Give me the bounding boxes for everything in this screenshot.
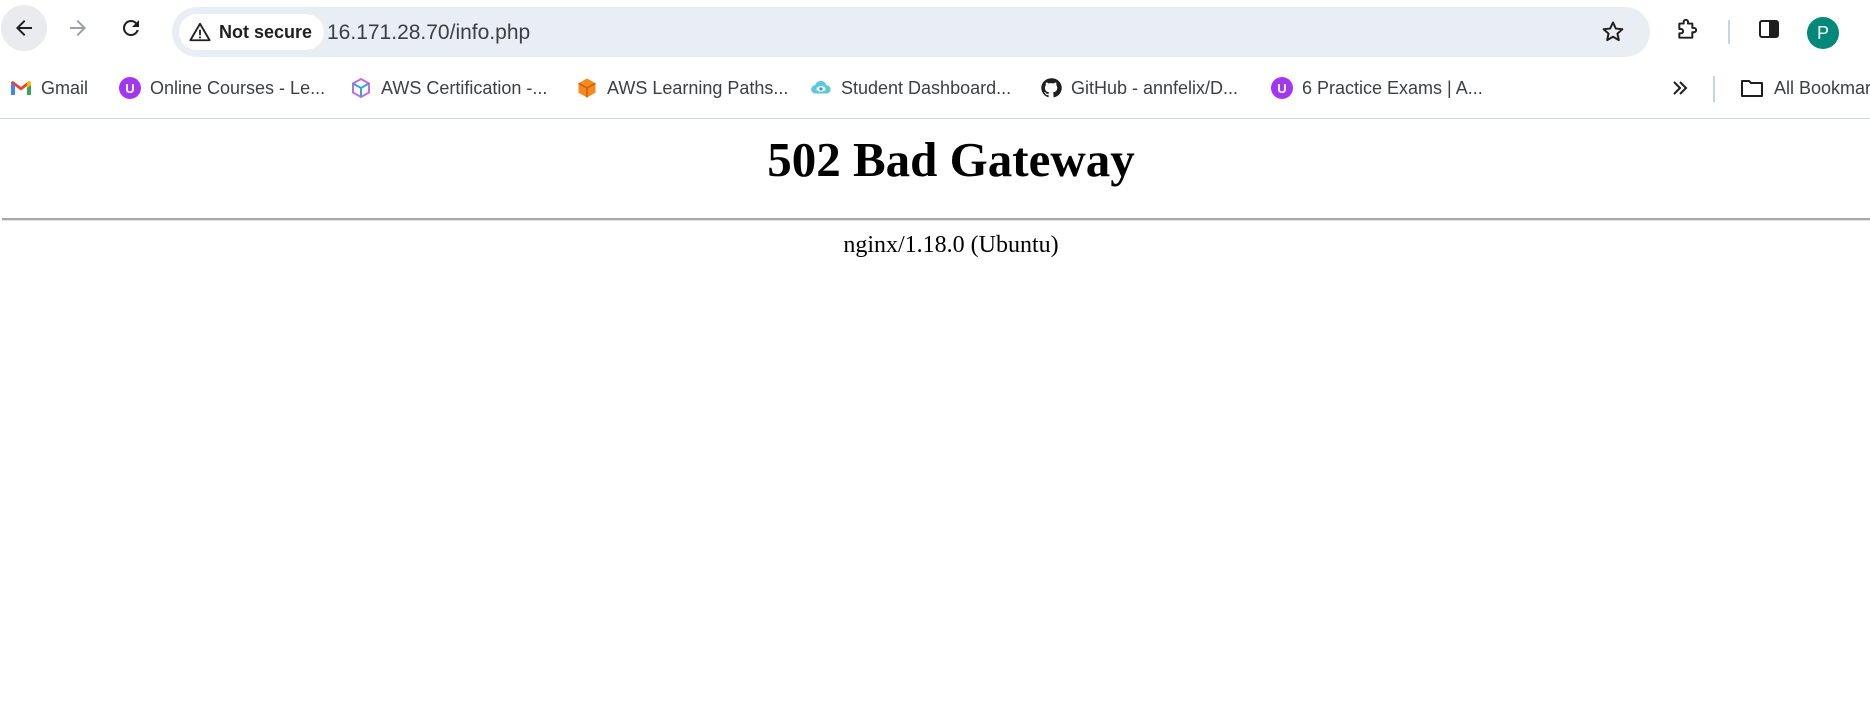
toolbar-separator [1728, 20, 1730, 44]
gmail-icon [10, 77, 32, 99]
bookmark-star-button[interactable] [1596, 15, 1630, 49]
address-bar[interactable]: Not secure 16.171.28.70/info.php [172, 7, 1650, 57]
github-icon [1040, 77, 1062, 99]
bookmark-label: Student Dashboard... [841, 77, 1012, 98]
puzzle-icon [1678, 18, 1698, 39]
bookmarks-separator [1713, 76, 1715, 102]
profile-avatar[interactable]: P [1807, 17, 1839, 49]
udemy-icon: U [1271, 77, 1293, 99]
arrow-left-icon [16, 20, 32, 36]
warning-icon [189, 22, 211, 42]
all-bookmarks-label: All Bookmar [1774, 77, 1870, 98]
all-bookmarks-button[interactable]: All Bookmar [1740, 72, 1870, 104]
security-label: Not secure [219, 21, 313, 42]
folder-icon [1741, 80, 1763, 97]
back-button[interactable] [1, 5, 47, 51]
bookmark-aws-certification[interactable]: AWS Certification -... [350, 72, 547, 104]
star-icon [1602, 21, 1624, 42]
reload-icon [122, 19, 139, 36]
bookmark-gmail[interactable]: Gmail [10, 72, 88, 104]
aws-learning-cube-icon [576, 77, 598, 99]
side-panel-icon [1759, 20, 1779, 38]
browser-toolbar: Not secure 16.171.28.70/info.php P [0, 0, 1870, 57]
bookmark-aws-learning-paths[interactable]: AWS Learning Paths... [576, 72, 788, 104]
security-indicator[interactable]: Not secure [179, 14, 325, 50]
cloud-eye-icon [810, 77, 832, 99]
bookmark-label: GitHub - annfelix/D... [1071, 77, 1239, 98]
more-bookmarks-button[interactable] [1666, 74, 1694, 102]
page-content: 502 Bad Gateway nginx/1.18.0 (Ubuntu) [0, 119, 1870, 709]
horizontal-rule [2, 218, 1870, 221]
bookmark-practice-exams[interactable]: U 6 Practice Exams | A... [1271, 72, 1483, 104]
url-text[interactable]: 16.171.28.70/info.php [327, 21, 530, 45]
bookmark-label: AWS Learning Paths... [607, 77, 789, 98]
bookmark-label: Online Courses - Le... [150, 77, 326, 98]
bookmark-label: 6 Practice Exams | A... [1302, 77, 1483, 98]
server-signature: nginx/1.18.0 (Ubuntu) [843, 232, 1059, 258]
error-title: 502 Bad Gateway [767, 132, 1135, 187]
udemy-icon: U [119, 77, 141, 99]
bookmarks-bar: Gmail U Online Courses - Le... AWS Certi… [0, 62, 1870, 118]
bookmark-label: Gmail [41, 77, 89, 98]
chevron-double-right-icon [1673, 81, 1688, 95]
extensions-button[interactable] [1671, 12, 1705, 46]
bookmark-student-dashboard[interactable]: Student Dashboard... [810, 72, 1011, 104]
bookmark-github[interactable]: GitHub - annfelix/D... [1040, 72, 1238, 104]
bookmark-label: AWS Certification -... [381, 77, 548, 98]
side-panel-button[interactable] [1752, 12, 1786, 46]
aws-cert-cube-icon [350, 77, 372, 99]
bookmark-online-courses[interactable]: U Online Courses - Le... [119, 72, 325, 104]
arrow-right-icon [70, 20, 86, 36]
forward-button[interactable] [55, 5, 101, 51]
reload-button[interactable] [108, 5, 154, 51]
